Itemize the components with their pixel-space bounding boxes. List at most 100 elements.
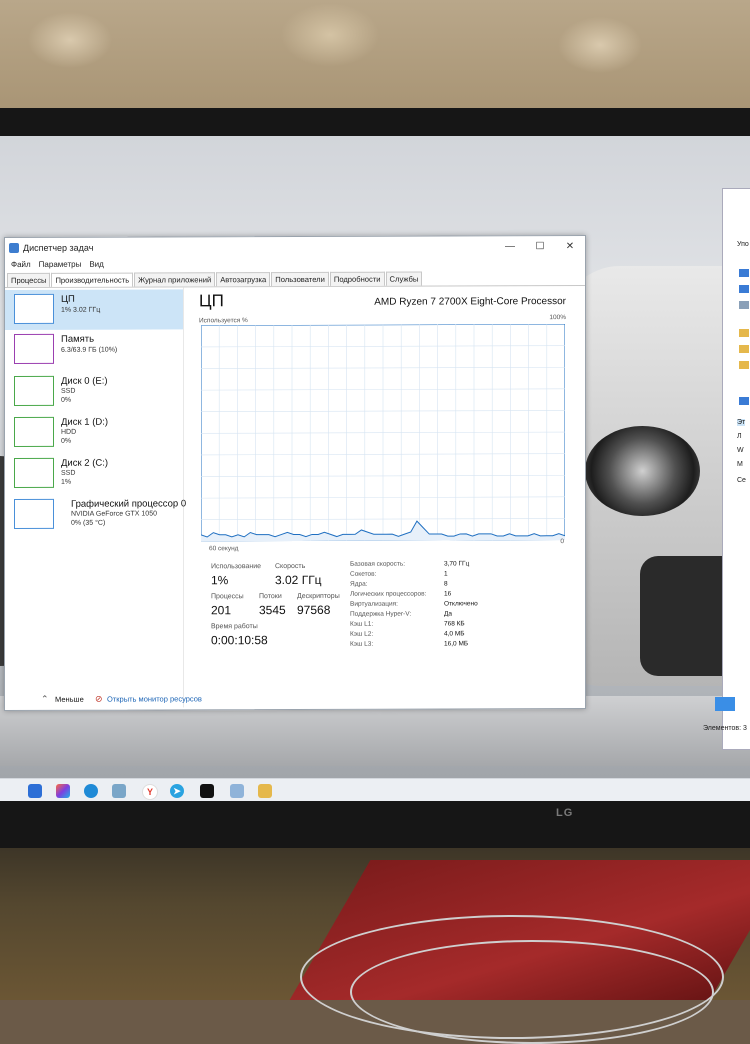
desktop-screen: Диспетчер задач — ☐ ✕ Файл Параметры Вид…	[0, 136, 750, 801]
detail-key: Виртуализация:	[350, 600, 398, 608]
tab-performance[interactable]: Производительность	[51, 272, 134, 287]
memory-mini-graph	[14, 333, 54, 364]
folder-icon	[739, 361, 749, 369]
tab-app-history[interactable]: Журнал приложений	[134, 272, 216, 287]
threads-value: 3545	[259, 603, 286, 618]
resource-title: Диск 1 (D:)	[61, 416, 109, 428]
resource-item-cpu[interactable]: ЦП 1% 3.02 ГГц	[5, 289, 183, 331]
resource-title: Графический процессор 0	[71, 498, 187, 510]
explorer-item-network[interactable]: Се	[737, 477, 746, 484]
folder-icon	[739, 345, 749, 353]
cpu-heading: ЦП	[199, 291, 224, 311]
resource-item-gpu[interactable]: Графический процессор 0 NVIDIA GeForce G…	[5, 494, 187, 535]
resource-item-disk-1[interactable]: Диск 1 (D:) HDD 0%	[5, 412, 183, 453]
detail-value: 16	[444, 590, 452, 598]
gpu-mini-graph	[14, 498, 54, 529]
cpu-model: AMD Ryzen 7 2700X Eight-Core Processor	[374, 296, 566, 308]
resource-monitor-icon: ⊘	[95, 693, 103, 704]
resource-detail: 6.3/63.9 ГБ (10%)	[61, 346, 118, 354]
telegram-icon[interactable]: ➤	[170, 784, 184, 798]
menu-bar: Файл Параметры Вид	[5, 256, 585, 271]
disk-mini-graph	[14, 416, 54, 447]
detail-value: 1	[444, 570, 448, 578]
resource-title: Диск 0 (E:)	[61, 375, 108, 387]
close-button[interactable]: ✕	[555, 240, 585, 252]
explorer-status: Элементов: 3	[703, 725, 747, 732]
tab-startup[interactable]: Автозагрузка	[216, 272, 271, 287]
resource-item-disk-2[interactable]: Диск 2 (C:) SSD 1%	[5, 453, 183, 494]
menu-view[interactable]: Вид	[89, 260, 103, 269]
edge-icon[interactable]	[84, 784, 98, 798]
download-icon	[739, 285, 749, 293]
task-view-icon[interactable]	[28, 784, 42, 798]
disk-mini-graph	[14, 457, 54, 488]
wallpaper-car-headlight	[585, 426, 700, 516]
pin-icon	[739, 269, 749, 277]
tab-details[interactable]: Подробности	[329, 271, 385, 286]
maximize-button[interactable]: ☐	[525, 241, 555, 252]
handles-value: 97568	[297, 602, 331, 617]
detail-key: Кэш L2:	[350, 630, 374, 638]
graph-max-label: 100%	[549, 314, 566, 322]
resource-detail: 0%	[61, 437, 72, 445]
tab-processes[interactable]: Процессы	[7, 272, 51, 288]
threads-label: Потоки	[259, 593, 282, 601]
uptime-label: Время работы	[211, 623, 258, 631]
minimize-button[interactable]: —	[495, 241, 525, 252]
resource-detail: 0%	[61, 396, 72, 404]
detail-value: 16,0 МБ	[444, 640, 469, 648]
handles-label: Дескрипторы	[297, 592, 340, 600]
yandex-icon[interactable]: Y	[142, 784, 158, 800]
detail-value: Отключено	[444, 600, 478, 608]
open-resource-monitor-link[interactable]: Открыть монитор ресурсов	[107, 694, 202, 703]
detail-value: 4,0 МБ	[444, 630, 465, 638]
folder-icon[interactable]	[258, 784, 272, 798]
file-explorer-window[interactable]: Упо Эт Л W M Се Элементов: 3	[703, 188, 750, 750]
window-title: Диспетчер задач	[23, 242, 94, 253]
resource-detail: HDD	[61, 428, 77, 436]
chevron-up-icon[interactable]: ⌃	[41, 694, 49, 705]
title-bar[interactable]: Диспетчер задач — ☐ ✕	[5, 236, 585, 258]
detail-key: Кэш L3:	[350, 640, 374, 648]
tab-services[interactable]: Службы	[385, 271, 423, 286]
cpu-mini-graph	[14, 293, 54, 324]
resource-detail: 1%	[61, 478, 72, 486]
speed-value: 3.02 ГГц	[275, 572, 322, 588]
explorer-item[interactable]: M	[737, 461, 743, 468]
explorer-item[interactable]: W	[737, 447, 744, 454]
graph-label: Используется %	[199, 317, 248, 325]
processes-value: 201	[211, 603, 232, 618]
resource-detail: 0% (35 °C)	[71, 519, 106, 527]
explorer-item[interactable]: Л	[737, 433, 742, 440]
performance-panel: ЦП 1% 3.02 ГГц Память 6.3/63.9 ГБ (10%) …	[5, 286, 585, 709]
resource-detail: NVIDIA GeForce GTX 1050	[71, 510, 157, 518]
explorer-icon[interactable]	[230, 784, 244, 798]
resource-list: ЦП 1% 3.02 ГГц Память 6.3/63.9 ГБ (10%) …	[5, 287, 187, 709]
task-manager-window[interactable]: Диспетчер задач — ☐ ✕ Файл Параметры Вид…	[4, 234, 586, 712]
explorer-item-this-pc[interactable]: Эт	[737, 419, 746, 426]
resource-detail: SSD	[61, 387, 76, 395]
detail-key: Базовая скорость:	[350, 560, 406, 568]
fewer-details-button[interactable]: Меньше	[55, 695, 84, 704]
copilot-icon[interactable]	[56, 784, 70, 798]
room-wallpaper	[0, 0, 750, 115]
photos-icon[interactable]	[112, 784, 126, 798]
resource-item-disk-0[interactable]: Диск 0 (E:) SSD 0%	[5, 371, 183, 412]
detail-key: Поддержка Hyper-V:	[350, 610, 412, 618]
monitor-brand-logo: LG	[556, 807, 574, 819]
task-manager-icon	[9, 242, 19, 253]
resource-item-memory[interactable]: Память 6.3/63.9 ГБ (10%)	[5, 329, 183, 370]
app-icon[interactable]	[200, 784, 214, 798]
uptime-value: 0:00:10:58	[211, 633, 268, 648]
tab-users[interactable]: Пользователи	[271, 271, 329, 287]
detail-key: Сокетов:	[350, 570, 377, 578]
graph-time-label: 60 секунд	[209, 545, 239, 553]
cable	[350, 940, 714, 1044]
menu-file[interactable]: Файл	[11, 260, 31, 269]
detail-value: 8	[444, 580, 448, 588]
detail-key: Логических процессоров:	[350, 590, 427, 598]
footer: ⌃ Меньше ⊘ Открыть монитор ресурсов	[5, 690, 585, 708]
taskbar: Y ➤	[0, 778, 750, 801]
menu-options[interactable]: Параметры	[39, 260, 82, 269]
usage-label: Использование	[211, 563, 262, 571]
